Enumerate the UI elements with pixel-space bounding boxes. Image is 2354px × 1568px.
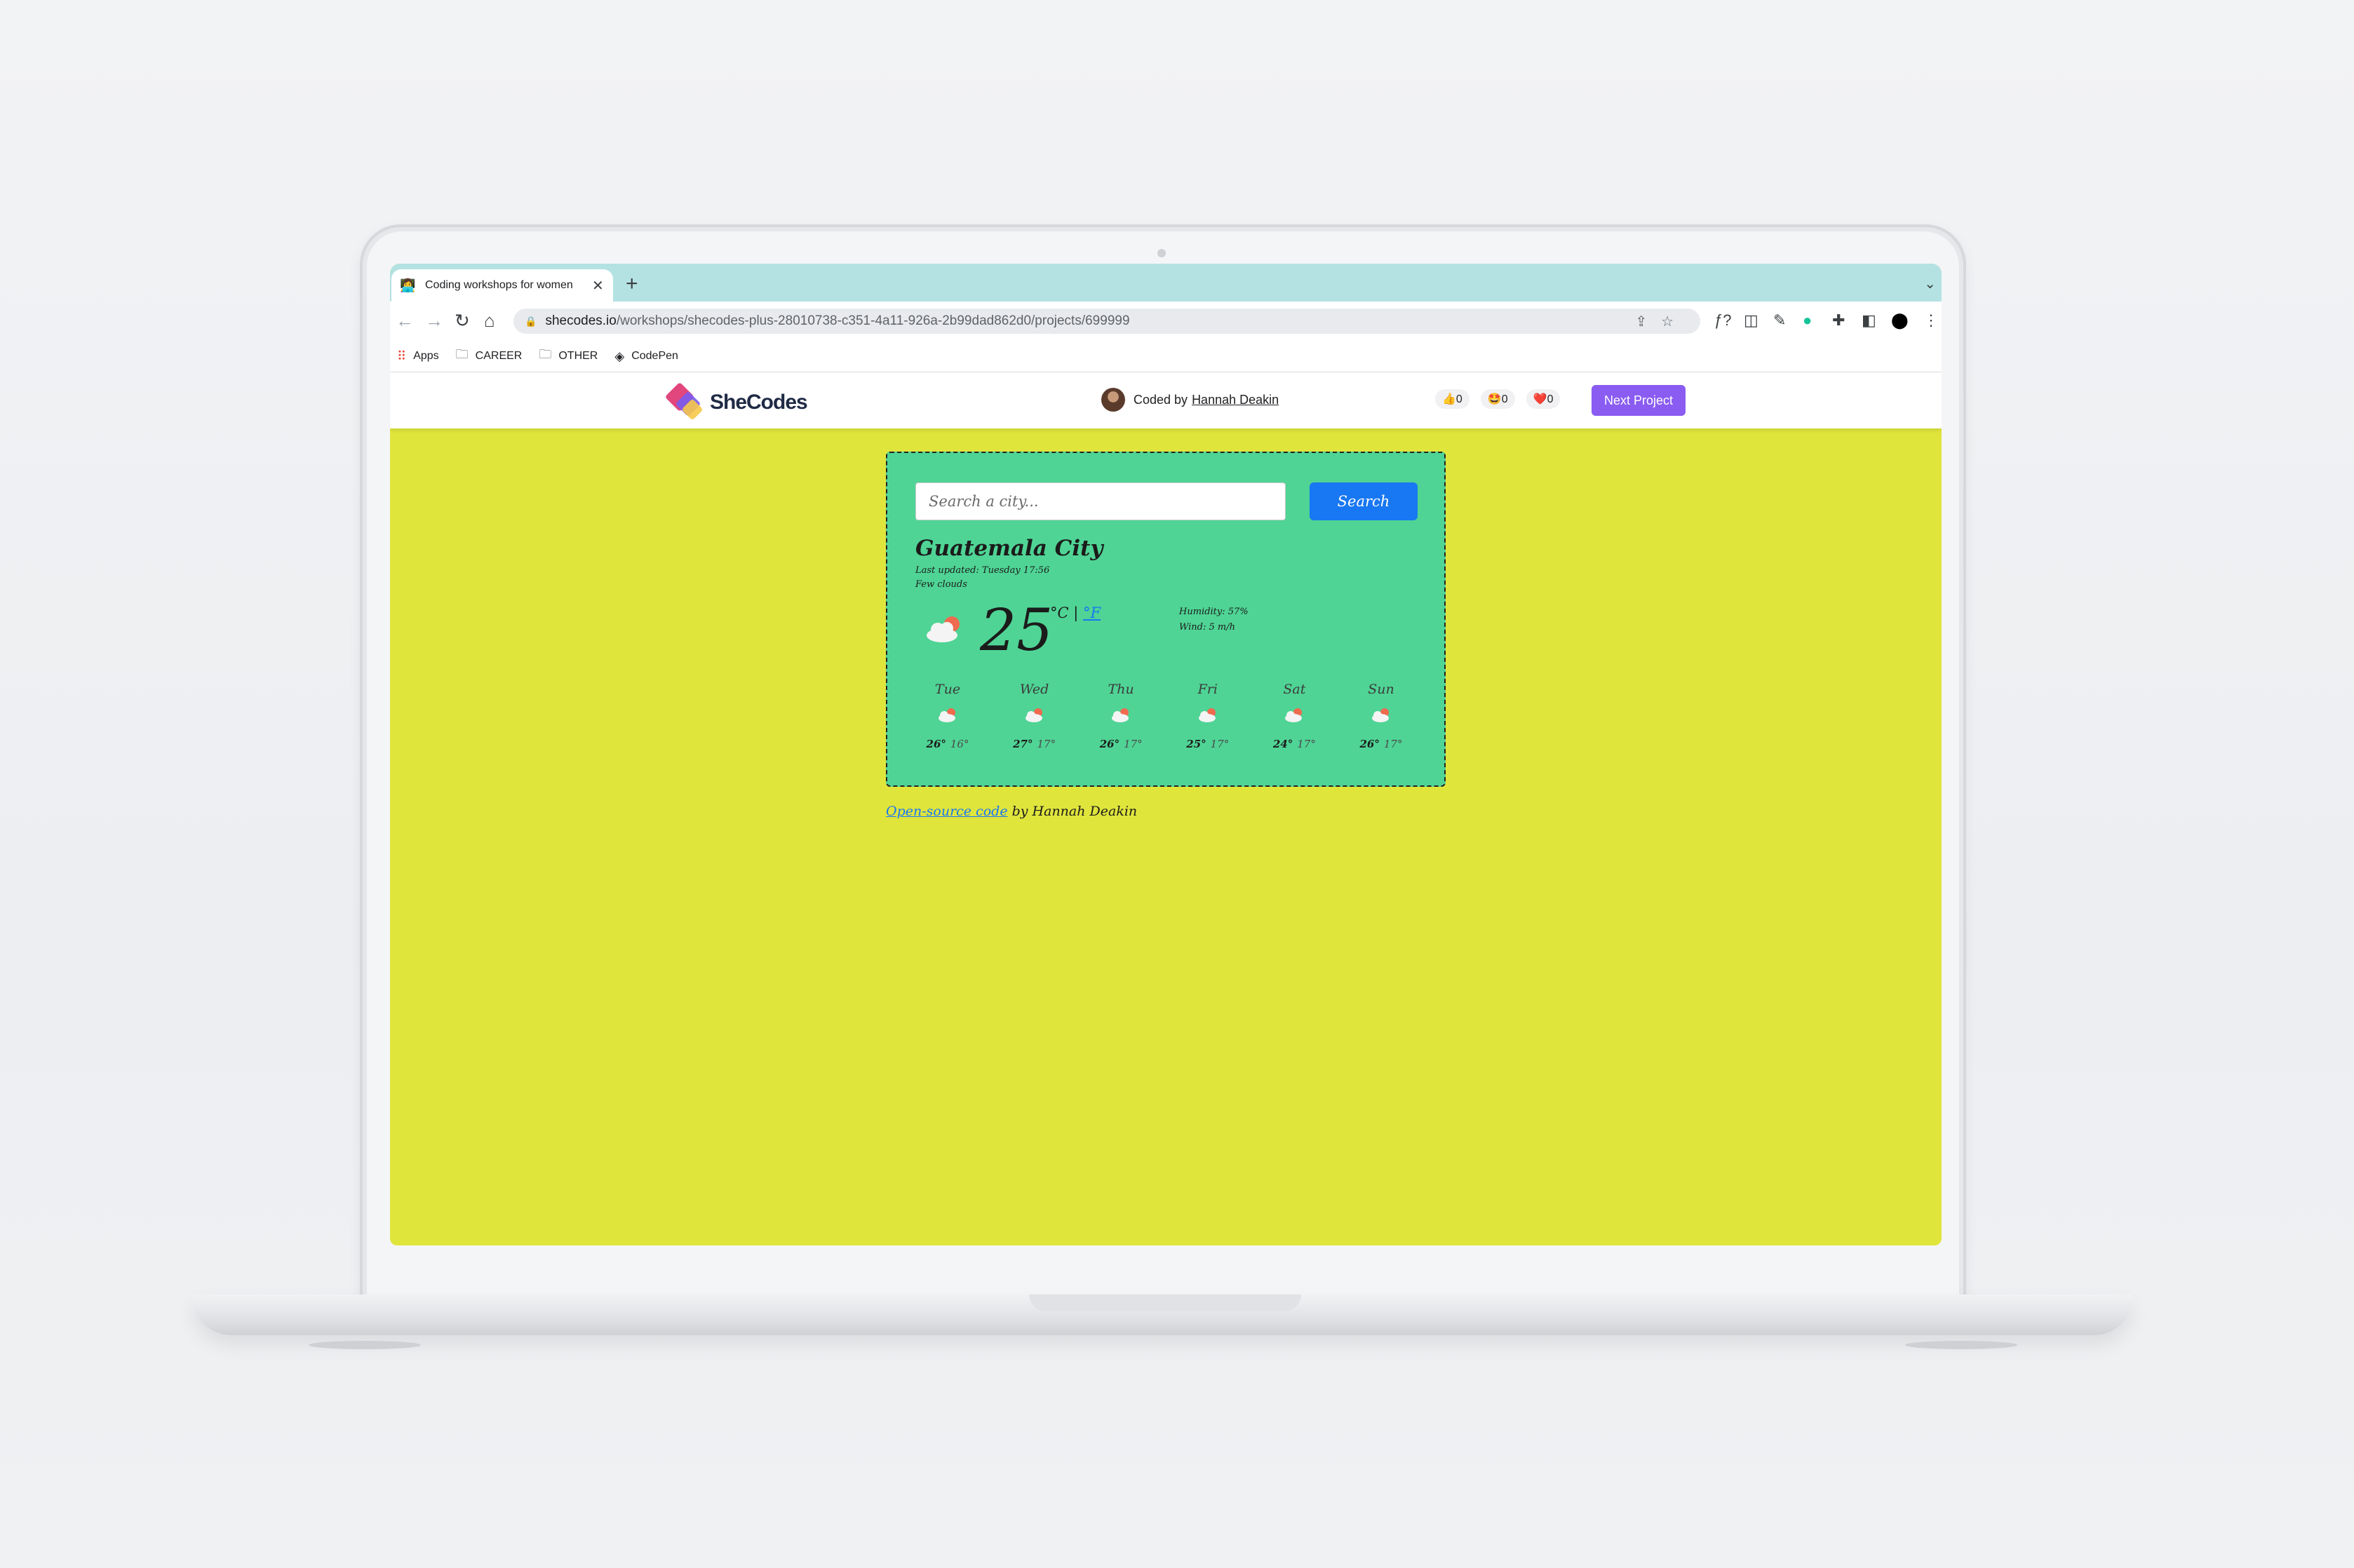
source-credit: Open-source code by Hannah Deakin (886, 804, 1137, 819)
forecast-day: Tue 26° 16° (915, 682, 980, 750)
screen: 👩‍💻 Coding workshops for women ✕ + ⌄ ← →… (390, 264, 1942, 1245)
formula-extension-icon[interactable]: ƒ? (1714, 311, 1731, 330)
forecast-day-name: Tue (934, 682, 961, 697)
star-struck-reaction[interactable]: 🤩0 (1480, 389, 1515, 409)
browser-tab[interactable]: 👩‍💻 Coding workshops for women ✕ (391, 269, 613, 302)
eyedropper-icon[interactable]: ✎ (1773, 311, 1786, 330)
humidity: Humidity: 57% (1179, 607, 1249, 617)
reload-icon[interactable]: ↻ (455, 310, 470, 332)
heart-reaction[interactable]: ❤️0 (1526, 389, 1561, 409)
bookmark-label: CodePen (631, 350, 678, 362)
reactions: 👍0 🤩0 ❤️0 (1435, 389, 1571, 409)
unit-toggle: °C | °F (1050, 604, 1101, 621)
current-temperature: 25 (980, 597, 1054, 664)
few-clouds-icon (1025, 708, 1042, 722)
chevron-down-icon[interactable]: ⌄ (1924, 275, 1936, 292)
bookmark-label: CAREER (475, 350, 523, 362)
few-clouds-icon (1112, 708, 1129, 722)
bookmark-apps[interactable]: ⠿ Apps (397, 349, 439, 364)
grammarly-icon[interactable]: ● (1803, 311, 1812, 330)
tab-title: Coding workshops for women (425, 279, 573, 291)
forecast: Tue 26° 16° Wed 27° 17° Thu 26° 17° Fri 25°… (915, 682, 1413, 750)
bookmark-label: OTHER (558, 350, 598, 362)
open-source-link[interactable]: Open-source code (886, 804, 1008, 819)
sidebar-icon[interactable]: ◧ (1862, 311, 1876, 330)
forecast-day-name: Sun (1368, 682, 1394, 697)
forecast-day-name: Sat (1283, 682, 1306, 697)
camera-icon (1157, 249, 1166, 257)
forecast-temps: 26° 17° (1099, 738, 1143, 750)
author-avatar (1101, 388, 1125, 412)
forecast-temps: 24° 17° (1272, 738, 1316, 750)
weather-card: Search Guatemala City Last updated: Tues… (886, 452, 1446, 787)
wind: Wind: 5 m/h (1179, 622, 1235, 633)
bookmarks-bar: ⠿ Apps 🗀 CAREER 🗀 OTHER ◈ CodePen (390, 341, 1942, 372)
laptop-foot (309, 1341, 421, 1349)
logo-text: SheCodes (710, 391, 808, 414)
few-clouds-icon (1371, 708, 1389, 722)
few-clouds-icon (1198, 708, 1216, 722)
coded-by-label: Coded by (1134, 392, 1188, 407)
forecast-day: Sat 24° 17° (1262, 682, 1326, 750)
forecast-temps: 26° 17° (1359, 738, 1403, 750)
url-text: shecodes.io/workshops/shecodes-plus-2801… (545, 313, 1130, 328)
unit-separator: | (1073, 604, 1079, 621)
shecodes-logo[interactable]: SheCodes (664, 381, 808, 421)
profile-avatar-icon[interactable]: ⬤ (1891, 311, 1909, 330)
shecodes-logo-icon (664, 381, 707, 421)
bookmark-career[interactable]: 🗀 CAREER (456, 346, 523, 367)
forward-icon[interactable]: → (425, 310, 443, 332)
forecast-temps: 26° 16° (926, 738, 969, 750)
apps-grid-icon: ⠿ (397, 349, 407, 363)
celsius-unit[interactable]: °C (1050, 604, 1069, 621)
thumbs-up-reaction[interactable]: 👍0 (1435, 389, 1469, 409)
codepen-icon: ◈ (614, 349, 625, 363)
forecast-day: Wed 27° 17° (1002, 682, 1067, 750)
forecast-day: Fri 25° 17° (1176, 682, 1240, 750)
laptop-foot (1905, 1341, 2017, 1349)
puzzle-extensions-icon[interactable]: ✚ (1832, 311, 1845, 330)
coded-by: Coded by Hannah Deakin (1101, 388, 1279, 412)
new-tab-icon[interactable]: + (626, 272, 638, 296)
author-link[interactable]: Hannah Deakin (1192, 393, 1279, 407)
weather-details: Humidity: 57% Wind: 5 m/h (1179, 604, 1249, 635)
forecast-temps: 25° 17° (1186, 738, 1230, 750)
address-bar[interactable]: 🔒 shecodes.io/workshops/shecodes-plus-28… (513, 309, 1700, 334)
folder-icon: 🗀 (455, 347, 469, 361)
browser-toolbar: ← → ↻ ⌂ 🔒 shecodes.io/workshops/shecodes… (390, 302, 1942, 341)
few-clouds-icon (939, 708, 955, 722)
menu-kebab-icon[interactable]: ⋮ (1923, 311, 1939, 330)
weather-description: Few clouds (915, 579, 967, 590)
search-button[interactable]: Search (1310, 482, 1418, 520)
forecast-day-name: Thu (1108, 682, 1134, 697)
shecodes-favicon-icon: 👩‍💻 (400, 278, 416, 292)
forecast-day: Sun 26° 17° (1349, 682, 1413, 750)
back-icon[interactable]: ← (396, 310, 414, 332)
close-tab-icon[interactable]: ✕ (592, 277, 604, 295)
camera-extension-icon[interactable]: ◫ (1744, 311, 1758, 330)
fahrenheit-link[interactable]: °F (1083, 604, 1101, 621)
lock-icon: 🔒 (525, 315, 537, 327)
folder-icon: 🗀 (539, 347, 552, 361)
forecast-day-name: Wed (1019, 682, 1049, 697)
shecodes-header: SheCodes Coded by Hannah Deakin 👍0 🤩0 ❤️… (390, 372, 1942, 428)
bookmark-other[interactable]: 🗀 OTHER (539, 346, 598, 367)
city-name: Guatemala City (915, 536, 1103, 561)
few-clouds-icon (1285, 708, 1303, 722)
forecast-day: Thu 26° 17° (1089, 682, 1153, 750)
tab-strip: 👩‍💻 Coding workshops for women ✕ + ⌄ (390, 264, 1942, 302)
laptop-notch (1029, 1295, 1301, 1311)
few-clouds-icon (927, 616, 960, 642)
share-star-icons[interactable]: ⇪☆ (1635, 313, 1688, 330)
home-icon[interactable]: ⌂ (484, 310, 495, 332)
city-search-input[interactable] (915, 482, 1286, 520)
credit-author: by Hannah Deakin (1011, 804, 1138, 819)
bookmark-codepen[interactable]: ◈ CodePen (614, 349, 678, 364)
bookmark-label: Apps (413, 350, 439, 362)
next-project-button[interactable]: Next Project (1592, 385, 1686, 416)
forecast-temps: 27° 17° (1013, 738, 1056, 750)
forecast-day-name: Fri (1197, 682, 1218, 697)
last-updated: Last updated: Tuesday 17:56 (915, 565, 1050, 576)
